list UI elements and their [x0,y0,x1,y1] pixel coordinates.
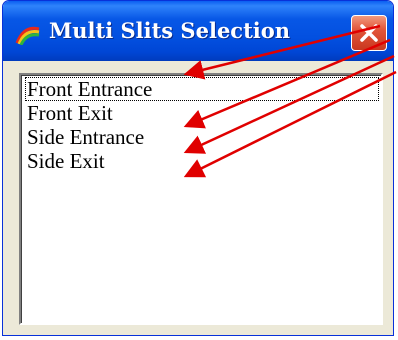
list-item-side-exit[interactable]: Side Exit [25,149,105,173]
list-item-side-entrance[interactable]: Side Entrance [25,125,144,149]
title-bar[interactable]: Multi Slits Selection [3,1,393,61]
list-item-front-exit[interactable]: Front Exit [25,101,113,125]
window-title: Multi Slits Selection [49,18,291,43]
rainbow-arc-icon [15,23,41,46]
list-item-front-entrance[interactable]: Front Entrance [25,77,379,101]
dialog-window: Multi Slits Selection Front Entrance Fro… [2,0,394,336]
slits-listbox[interactable]: Front Entrance Front Exit Side Entrance … [19,73,383,325]
client-area: Front Entrance Front Exit Side Entrance … [3,61,393,335]
close-icon [360,24,378,42]
close-button[interactable] [351,15,387,51]
